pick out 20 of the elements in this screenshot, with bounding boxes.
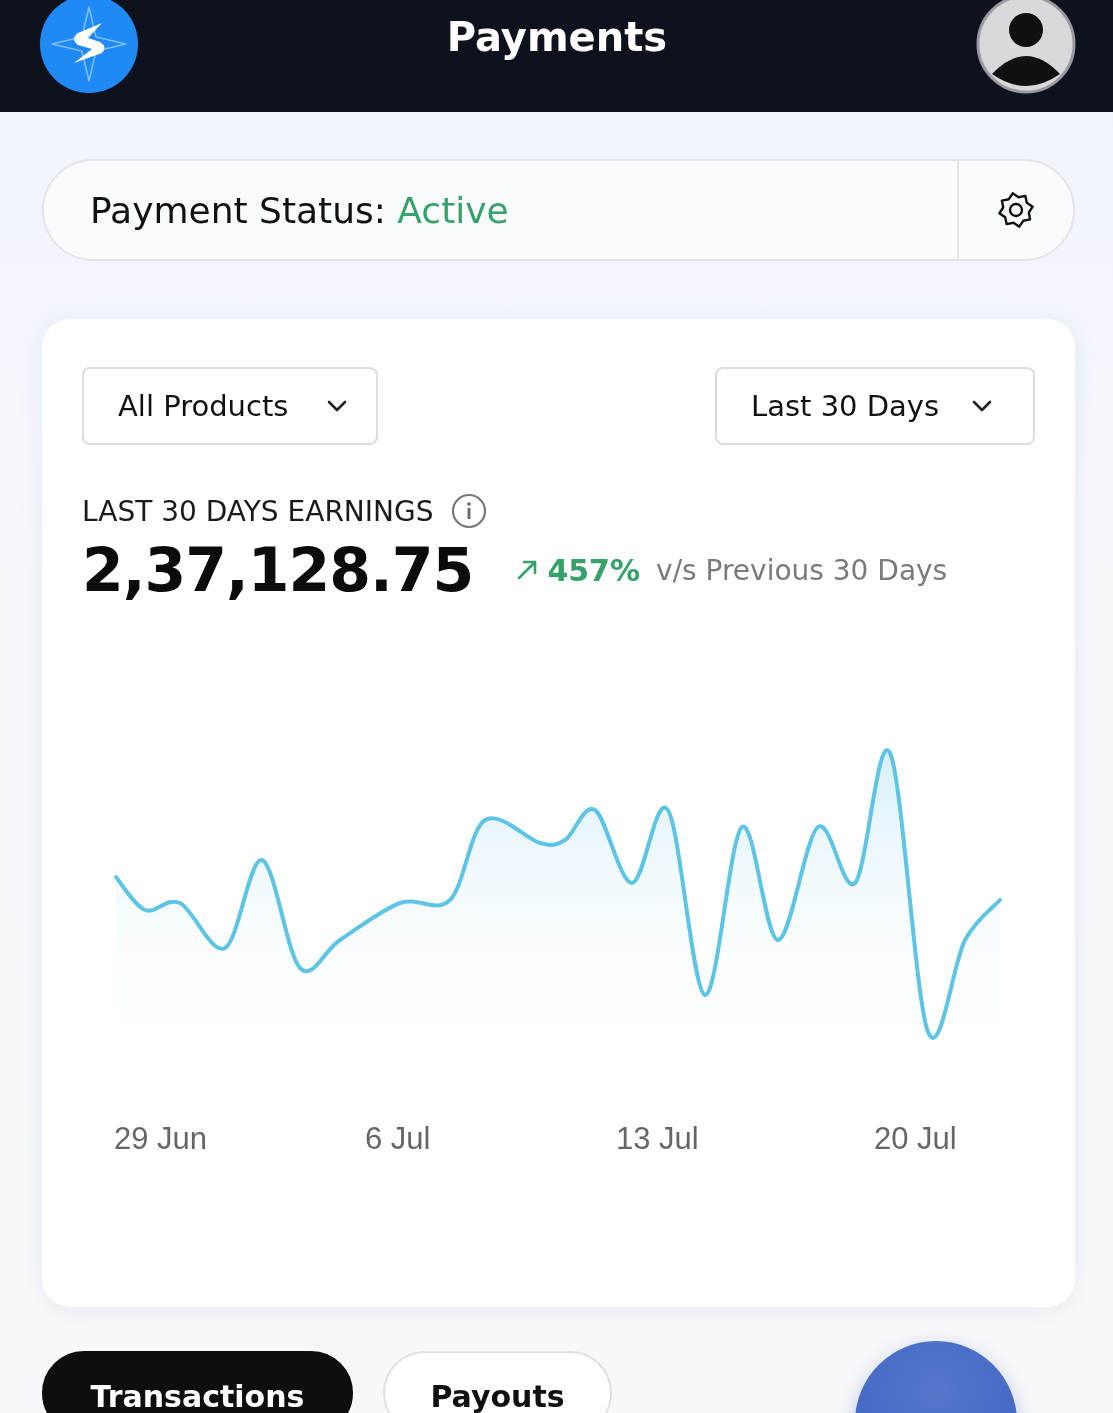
- chevron-down-icon: [971, 398, 993, 414]
- filter-dropdown[interactable]: All Products: [82, 367, 378, 445]
- avatar-icon[interactable]: [976, 0, 1076, 94]
- logo-icon[interactable]: [40, 0, 138, 93]
- payment-status: Payment Status: Active: [89, 189, 509, 231]
- earnings-title: LAST 30 DAYS EARNINGS: [82, 494, 434, 528]
- axis-label: 29 Jun: [114, 1121, 209, 1157]
- axis-label: 13 Jul: [616, 1121, 700, 1157]
- earnings-amount: 2,37,128.75: [82, 535, 474, 605]
- chevron-down-icon: [326, 398, 348, 414]
- tab[interactable]: Payouts: [383, 1351, 612, 1413]
- comparison-text: v/s Previous 30 Days: [656, 553, 948, 587]
- page-title: Payments: [446, 14, 668, 60]
- axis-label: 20 Jul: [874, 1121, 958, 1157]
- tab[interactable]: Transactions: [42, 1351, 353, 1413]
- axis-label: 6 Jul: [365, 1121, 432, 1157]
- info-icon[interactable]: [451, 493, 488, 529]
- settings-icon: [996, 190, 1036, 230]
- change-percent: 457%: [547, 552, 641, 588]
- filter-dropdown[interactable]: Last 30 Days: [715, 367, 1035, 445]
